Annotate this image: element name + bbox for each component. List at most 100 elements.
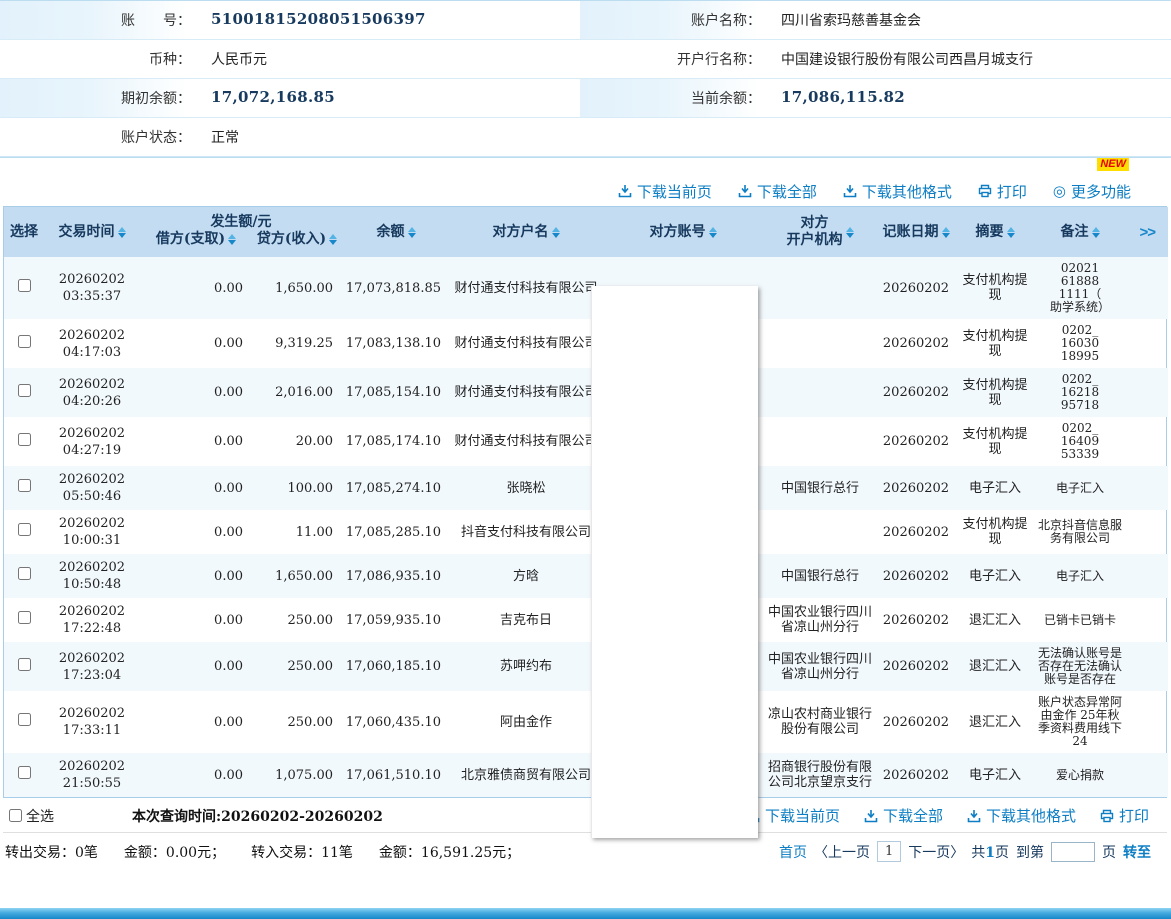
cell-debit: 0.00: [140, 368, 252, 417]
cell-transaction-time: 20260202 10:00:31: [44, 510, 140, 554]
cell-summary: 退汇汇入: [956, 642, 1034, 691]
first-page-link[interactable]: 首页: [779, 842, 807, 862]
row-checkbox[interactable]: [18, 279, 31, 292]
gear-icon: ◎: [1053, 182, 1066, 200]
account-info-row: 账户状态： 正常: [0, 118, 1170, 157]
current-page-indicator: 1: [877, 841, 901, 862]
next-page-link[interactable]: 下一页〉: [908, 842, 964, 862]
row-checkbox[interactable]: [18, 713, 31, 726]
cell-summary: 支付机构提现: [956, 417, 1034, 466]
print-link[interactable]: 打印: [1100, 805, 1149, 826]
print-link[interactable]: 打印: [978, 181, 1027, 202]
table-row: 20260202 10:50:48 0.00 1,650.00 17,086,9…: [4, 554, 1168, 598]
redaction-overlay: [591, 286, 758, 838]
cell-transaction-time: 20260202 05:50:46: [44, 466, 140, 510]
cell-counterparty-name: 苏呷约布: [450, 642, 602, 691]
cell-credit: 250.00: [252, 642, 342, 691]
cell-balance: 17,059,935.10: [342, 598, 450, 642]
table-row: 20260202 04:17:03 0.00 9,319.25 17,083,1…: [4, 319, 1168, 368]
cell-summary: 电子汇入: [956, 753, 1034, 797]
cell-counterparty-bank: 中国农业银行四川省凉山州分行: [764, 642, 876, 691]
cell-counterparty-name: 方晗: [450, 554, 602, 598]
goto-page-unit: 页: [1102, 842, 1116, 862]
download-current-page-link[interactable]: 下载当前页: [746, 805, 840, 826]
opening-balance-value: 17,072,168.85: [205, 79, 580, 117]
sort-icon[interactable]: [1092, 227, 1100, 238]
cell-remark: 爱心捐款: [1034, 753, 1126, 797]
cell-counterparty-name: 财付通支付科技有限公司: [450, 319, 602, 368]
row-checkbox[interactable]: [18, 479, 31, 492]
cell-book-date: 20260202: [876, 368, 956, 417]
cell-counterparty-name: 吉克布日: [450, 598, 602, 642]
download-current-page-link[interactable]: 下载当前页: [618, 181, 712, 202]
header-expand-columns: >>: [1126, 207, 1168, 257]
download-other-format-link[interactable]: 下载其他格式: [843, 181, 952, 202]
cell-expand: [1126, 554, 1168, 598]
row-checkbox[interactable]: [18, 384, 31, 397]
goto-page-input[interactable]: [1051, 842, 1095, 862]
download-other-format-link[interactable]: 下载其他格式: [967, 805, 1076, 826]
cell-remark: 电子汇入: [1034, 554, 1126, 598]
row-checkbox[interactable]: [18, 766, 31, 779]
cell-book-date: 20260202: [876, 510, 956, 554]
header-book-date: 记账日期: [876, 207, 956, 257]
cell-counterparty-bank: 凉山农村商业银行股份有限公司: [764, 691, 876, 753]
cell-credit: 250.00: [252, 691, 342, 753]
prev-page-link[interactable]: 〈上一页: [814, 842, 870, 862]
download-all-link[interactable]: 下载全部: [864, 805, 943, 826]
cell-remark: 0202_ 16409 53339: [1034, 417, 1126, 466]
select-all-label: 全选: [26, 806, 54, 826]
current-balance-value: 17,086,115.82: [775, 79, 1171, 117]
row-checkbox[interactable]: [18, 523, 31, 536]
cell-balance: 17,085,174.10: [342, 417, 450, 466]
cell-remark: 02021 61888 1111（ 助学系统）: [1034, 257, 1126, 319]
cell-remark: 账户状态异常阿由金作 25年秋季资料费用线下24: [1034, 691, 1126, 753]
expand-columns-link[interactable]: >>: [1139, 224, 1155, 241]
table-row: 20260202 03:35:37 0.00 1,650.00 17,073,8…: [4, 257, 1168, 319]
cell-expand: [1126, 466, 1168, 510]
sort-icon[interactable]: [408, 227, 416, 238]
cell-counterparty-bank: [764, 368, 876, 417]
row-checkbox[interactable]: [18, 433, 31, 446]
incoming-count: 转入交易：11笔: [251, 842, 353, 862]
row-checkbox[interactable]: [18, 567, 31, 580]
transactions-body: 20260202 03:35:37 0.00 1,650.00 17,073,8…: [4, 257, 1168, 797]
goto-page-button[interactable]: 转至: [1123, 842, 1151, 862]
sort-icon[interactable]: [228, 234, 236, 245]
table-row: 20260202 10:00:31 0.00 11.00 17,085,285.…: [4, 510, 1168, 554]
table-row: 20260202 17:33:11 0.00 250.00 17,060,435…: [4, 691, 1168, 753]
row-checkbox[interactable]: [18, 611, 31, 624]
cell-credit: 9,319.25: [252, 319, 342, 368]
cell-transaction-time: 20260202 04:20:26: [44, 368, 140, 417]
cell-summary: 电子汇入: [956, 554, 1034, 598]
query-time-text: 本次查询时间:20260202-20260202: [132, 806, 383, 826]
account-info-row: 币种： 人民币元 开户行名称： 中国建设银行股份有限公司西昌月城支行: [0, 40, 1170, 79]
account-status-value: 正常: [205, 118, 580, 156]
sort-icon[interactable]: [118, 227, 126, 238]
sort-icon[interactable]: [846, 227, 854, 238]
header-credit: 贷方(收入): [252, 231, 342, 257]
cell-counterparty-bank: 中国银行总行: [764, 554, 876, 598]
download-all-link[interactable]: 下载全部: [738, 181, 817, 202]
account-status-label: 账户状态：: [0, 118, 205, 156]
cell-transaction-time: 20260202 04:27:19: [44, 417, 140, 466]
select-all-checkbox[interactable]: [9, 809, 22, 822]
row-checkbox[interactable]: [18, 335, 31, 348]
cell-book-date: 20260202: [876, 753, 956, 797]
account-number-value: 51001815208051506397: [205, 1, 580, 39]
table-row: 20260202 04:20:26 0.00 2,016.00 17,085,1…: [4, 368, 1168, 417]
cell-debit: 0.00: [140, 642, 252, 691]
cell-expand: [1126, 257, 1168, 319]
sort-icon[interactable]: [1007, 227, 1015, 238]
cell-book-date: 20260202: [876, 466, 956, 510]
cell-credit: 11.00: [252, 510, 342, 554]
sort-icon[interactable]: [329, 234, 337, 245]
total-pages-text: 共1页: [971, 842, 1009, 862]
sort-icon[interactable]: [709, 227, 717, 238]
cell-expand: [1126, 319, 1168, 368]
more-functions-link[interactable]: ◎ 更多功能: [1053, 181, 1131, 202]
cell-book-date: 20260202: [876, 257, 956, 319]
sort-icon[interactable]: [942, 227, 950, 238]
sort-icon[interactable]: [552, 227, 560, 238]
row-checkbox[interactable]: [18, 658, 31, 671]
